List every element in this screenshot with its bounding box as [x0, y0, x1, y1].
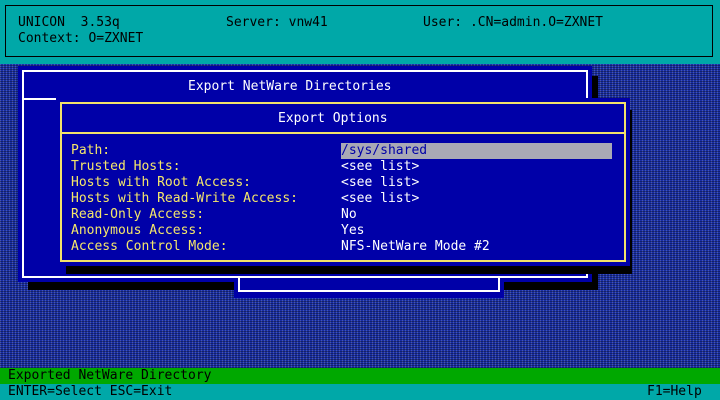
read-only-access-label: Read-Only Access: — [71, 207, 205, 222]
context-info: Context: O=ZXNET — [18, 31, 144, 46]
read-only-access-field[interactable]: No — [341, 207, 357, 223]
access-control-mode-field[interactable]: NFS-NetWare Mode #2 — [341, 239, 490, 255]
trusted-hosts-field[interactable]: <see list> — [341, 159, 419, 175]
key-help-bar: ENTER=Select ESC=Exit F1=Help — [0, 384, 720, 400]
options-dialog-title: Export Options — [278, 111, 388, 126]
read-write-access-field[interactable]: <see list> — [341, 191, 419, 207]
root-access-field[interactable]: <see list> — [341, 175, 419, 191]
read-write-access-label: Hosts with Read-Write Access: — [71, 191, 298, 206]
path-field[interactable]: /sys/shared — [341, 143, 612, 159]
directory-list-frame — [238, 278, 500, 292]
path-label: Path: — [71, 143, 111, 158]
export-options-dialog: Export Options Path: /sys/shared Trusted… — [56, 98, 630, 266]
status-bar: Exported NetWare Directory — [0, 368, 720, 384]
user-info: User: .CN=admin.O=ZXNET — [423, 15, 604, 30]
status-text: Exported NetWare Directory — [8, 368, 212, 383]
help-key[interactable]: F1=Help — [647, 384, 702, 400]
server-info: Server: vnw41 — [226, 15, 328, 30]
outer-dialog-title: Export NetWare Directories — [188, 79, 392, 94]
root-access-label: Hosts with Root Access: — [71, 175, 252, 190]
trusted-hosts-label: Trusted Hosts: — [71, 159, 181, 174]
key-hints[interactable]: ENTER=Select ESC=Exit — [8, 384, 172, 400]
anonymous-access-label: Anonymous Access: — [71, 223, 205, 238]
app-name: UNICON 3.53q — [18, 15, 120, 30]
directory-list-fragment[interactable] — [234, 278, 504, 298]
anonymous-access-field[interactable]: Yes — [341, 223, 364, 239]
options-title-rule — [60, 132, 626, 134]
header-bar: UNICON 3.53q Server: vnw41 User: .CN=adm… — [0, 0, 720, 64]
access-control-mode-label: Access Control Mode: — [71, 239, 228, 254]
